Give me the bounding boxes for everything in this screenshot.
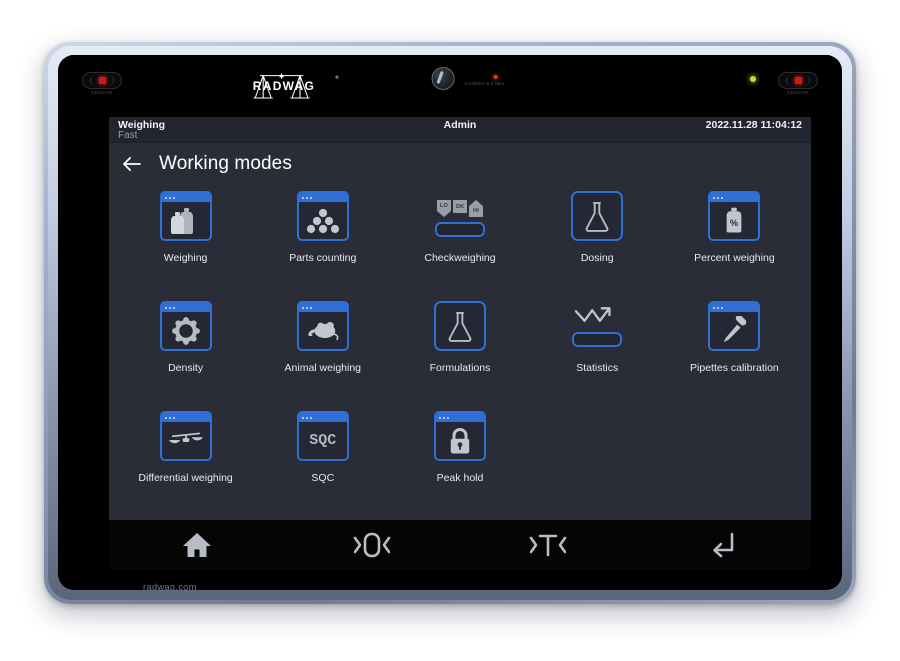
mode-label: Checkweighing [424, 252, 496, 264]
power-led [750, 76, 756, 82]
sqc-label: SQC [309, 432, 337, 449]
page-title: Working modes [159, 153, 292, 174]
touchscreen[interactable]: Weighing Fast Admin 2022.11.28 11:04:12 … [109, 117, 811, 520]
statistics-bar [572, 332, 623, 347]
svg-text:RADWAG: RADWAG [253, 79, 315, 93]
flask-icon [571, 191, 624, 243]
mode-label: Differential weighing [138, 472, 233, 484]
mode-label: Peak hold [436, 472, 484, 484]
mode-label: Formulations [429, 362, 491, 374]
bottom-nav-bar [109, 520, 811, 570]
lo-ok-hi-icon: LO OK HI [434, 191, 486, 243]
mode-label: Parts counting [289, 252, 357, 264]
bottles-icon [159, 191, 212, 243]
sensor-arc-right [804, 75, 810, 86]
mode-tile-statistics[interactable]: Statistics [529, 295, 666, 405]
sensor-left[interactable] [82, 72, 122, 89]
mode-label: Percent weighing [694, 252, 775, 264]
padlock-icon [433, 411, 486, 463]
mode-label: Weighing [163, 252, 208, 264]
flask-icon [433, 301, 486, 353]
mode-tile-peak-hold[interactable]: Peak hold [391, 405, 528, 515]
status-datetime: 2022.11.28 11:04:12 [705, 119, 802, 131]
home-icon [182, 533, 211, 557]
balls-icon [296, 191, 349, 243]
mode-tile-density[interactable]: Density [117, 295, 254, 405]
mode-tile-percent-weighing[interactable]: % Percent weighing [666, 185, 803, 295]
back-arrow-icon[interactable] [119, 151, 145, 177]
sensor-led-right [794, 77, 802, 84]
mode-label: Density [168, 362, 204, 374]
pipette-icon [708, 301, 761, 353]
sensor-arc-left [90, 75, 96, 86]
sensor-arc-right [108, 75, 114, 86]
segment-ok: OK [452, 200, 467, 213]
checkweigh-bar [434, 222, 485, 237]
enter-icon [713, 532, 734, 558]
home-button[interactable] [109, 520, 285, 570]
percent-bottle-icon: % [708, 191, 761, 243]
sqc-text-icon: SQC [296, 411, 349, 463]
balance-scale-icon [159, 411, 212, 463]
mode-label: Dosing [580, 252, 614, 264]
mode-tile-pipettes-calibration[interactable]: Pipettes calibration [666, 295, 803, 405]
device-top-bezel: SENSOR RADWAG ® CAMERA 8.0 Mpx SENSOR [58, 55, 842, 117]
status-bar: Weighing Fast Admin 2022.11.28 11:04:12 [109, 117, 811, 143]
mode-tile-animal-weighing[interactable]: Animal weighing [254, 295, 391, 405]
camera-lens-icon [431, 67, 455, 90]
status-submode: Fast [118, 130, 138, 141]
mode-tile-formulations[interactable]: Formulations [391, 295, 528, 405]
balance-device: SENSOR RADWAG ® CAMERA 8.0 Mpx SENSOR We… [44, 42, 856, 604]
mouse-icon [296, 301, 349, 353]
zero-icon [353, 532, 391, 558]
svg-text:%: % [730, 218, 738, 228]
page-header: Working modes [109, 143, 811, 185]
mode-tile-weighing[interactable]: Weighing [117, 185, 254, 295]
sensor-right[interactable] [778, 72, 818, 89]
mode-tile-checkweighing[interactable]: LO OK HI Checkweighing [391, 185, 528, 295]
gear-icon [159, 301, 212, 353]
sensor-left-label: SENSOR [91, 90, 113, 95]
svg-text:®: ® [335, 74, 339, 81]
tare-icon [529, 534, 567, 557]
mode-label: Statistics [576, 362, 619, 374]
zero-button[interactable] [285, 520, 461, 570]
sensor-right-label: SENSOR [787, 90, 809, 95]
status-user: Admin [443, 119, 477, 131]
sensor-led-left [98, 77, 106, 84]
mode-label: Animal weighing [284, 362, 362, 374]
mode-label: Pipettes calibration [690, 362, 779, 374]
device-bezel: SENSOR RADWAG ® CAMERA 8.0 Mpx SENSOR We… [48, 46, 852, 600]
sensor-arc-left [786, 75, 792, 86]
mode-label: SQC [311, 472, 335, 484]
trend-chart-icon [571, 301, 623, 353]
mode-tile-differential-weighing[interactable]: Differential weighing [117, 405, 254, 515]
mode-tile-sqc[interactable]: SQC SQC [254, 405, 391, 515]
device-face: SENSOR RADWAG ® CAMERA 8.0 Mpx SENSOR We… [58, 55, 842, 590]
mode-tile-dosing[interactable]: Dosing [529, 185, 666, 295]
mode-tile-parts-counting[interactable]: Parts counting [254, 185, 391, 295]
enter-button[interactable] [636, 520, 812, 570]
camera-label: CAMERA 8.0 Mpx [464, 80, 505, 86]
tare-button[interactable] [460, 520, 636, 570]
segment-lo: LO [436, 200, 451, 217]
working-modes-grid: Weighing Parts counting LO OK HI Checkwe… [109, 185, 811, 515]
segment-hi: HI [468, 200, 483, 217]
footer-url: radwag.com [143, 582, 197, 590]
camera-status-led [493, 75, 498, 79]
camera-module: CAMERA 8.0 Mpx [431, 67, 505, 90]
radwag-logo: RADWAG ® [252, 69, 348, 103]
